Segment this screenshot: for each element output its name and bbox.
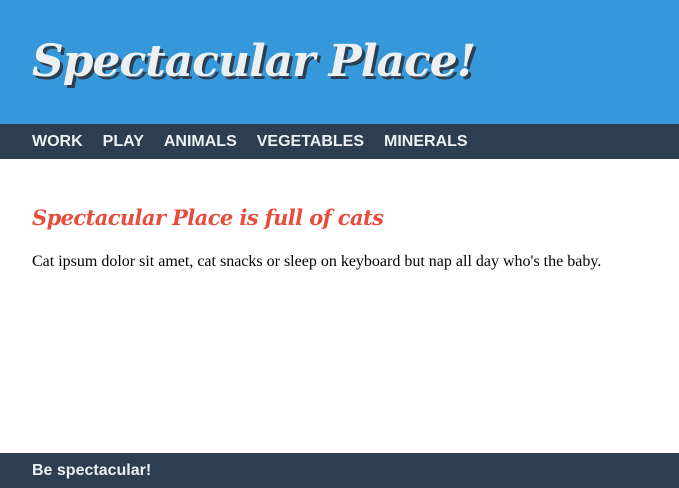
nav-item-animals: ANIMALS <box>164 133 237 151</box>
nav-item-work: WORK <box>32 133 83 151</box>
site-title: Spectacular Place! <box>32 36 476 87</box>
nav-link-vegetables[interactable]: VEGETABLES <box>257 133 364 150</box>
content-heading: Spectacular Place is full of cats <box>32 205 384 230</box>
nav-link-minerals[interactable]: MINERALS <box>384 133 468 150</box>
nav-list: WORK PLAY ANIMALS VEGETABLES MINERALS <box>0 124 679 159</box>
site-header: Spectacular Place! <box>0 0 679 124</box>
main-content: Spectacular Place is full of cats Cat ip… <box>32 200 652 272</box>
site-footer: Be spectacular! <box>0 453 679 488</box>
footer-text: Be spectacular! <box>32 462 152 479</box>
nav-item-vegetables: VEGETABLES <box>257 133 364 151</box>
nav-link-play[interactable]: PLAY <box>103 133 144 150</box>
main-nav: WORK PLAY ANIMALS VEGETABLES MINERALS <box>0 124 679 159</box>
nav-link-work[interactable]: WORK <box>32 133 83 150</box>
nav-item-minerals: MINERALS <box>384 133 468 151</box>
nav-item-play: PLAY <box>103 133 144 151</box>
content-paragraph: Cat ipsum dolor sit amet, cat snacks or … <box>32 253 602 270</box>
nav-link-animals[interactable]: ANIMALS <box>164 133 237 150</box>
